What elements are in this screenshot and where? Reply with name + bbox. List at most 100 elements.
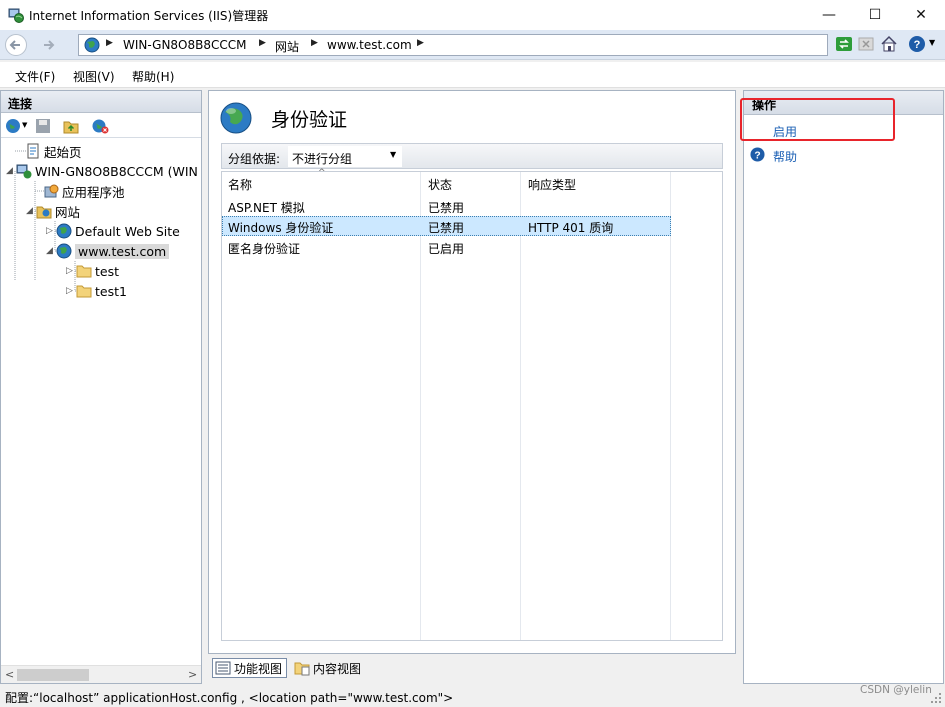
group-by-label: 分组依据: [228,152,281,166]
folder-icon [76,285,92,298]
features-view-icon [215,661,231,675]
menu-view[interactable]: 视图(V) [73,68,115,85]
refresh-icon[interactable] [835,35,853,53]
crumb-server[interactable]: WIN-GN8O8B8CCCM [123,38,247,52]
row-response: HTTP 401 质询 [528,221,614,235]
tree-item-app-pools[interactable]: 应用程序池 [43,181,125,201]
help-dropdown-icon[interactable]: ▼ [929,38,935,47]
status-bar: 配置:“localhost” applicationHost.config , … [0,686,945,707]
back-button[interactable] [5,34,27,56]
tree-item-label: WIN-GN8O8B8CCCM (WIN [35,163,198,179]
svg-text:?: ? [914,39,921,51]
connections-header: 连接 [1,91,201,113]
expand-icon[interactable]: ▷ [46,226,56,236]
minimize-button[interactable]: — [806,0,852,30]
collapse-icon[interactable]: ◢ [46,246,56,256]
tab-label: 内容视图 [313,661,362,676]
row-status: 已禁用 [428,221,465,235]
row-status: 已禁用 [428,201,465,215]
chevron-down-icon: ▼ [390,150,397,159]
help-icon: ? [750,147,765,162]
window-title: Internet Information Services (IIS)管理器 [29,9,269,23]
folder-icon [76,265,92,278]
scrollbar-thumb[interactable] [17,669,89,681]
column-header-response[interactable]: 响应类型 [528,176,576,193]
title-bar: Internet Information Services (IIS)管理器 —… [0,0,945,30]
row-status: 已启用 [428,242,465,256]
connections-toolbar: ▼ [1,114,201,138]
horizontal-scrollbar[interactable]: < > [1,665,201,683]
feature-title: 身份验证 [271,109,348,131]
connect-globe-icon[interactable] [5,118,21,134]
crumb-site[interactable]: www.test.com [327,38,412,52]
resize-grip-icon[interactable] [928,690,942,704]
forward-button[interactable] [37,34,59,56]
crumb-separator-icon: ▶ [417,38,424,48]
tab-content-view[interactable]: 内容视图 [291,658,364,678]
tree-item-start-page[interactable]: 起始页 [25,141,82,161]
help-menu-icon[interactable]: ? [908,35,926,53]
tree-item-sites[interactable]: ◢ 网站 [26,201,80,221]
tree-item-test[interactable]: ▷ test [66,261,119,281]
annotation-highlight-box [740,98,895,141]
start-page-icon [27,143,39,159]
tree-item-www-test-com[interactable]: ◢ www.test.com [46,241,170,261]
address-field[interactable]: ▶ WIN-GN8O8B8CCCM ▶ 网站 ▶ www.test.com ▶ [78,34,828,56]
tree-item-label: test1 [95,283,127,299]
group-by-value: 不进行分组 [292,152,353,166]
tree-item-default-web-site[interactable]: ▷ Default Web Site [46,221,180,241]
address-bar: ▶ WIN-GN8O8B8CCCM ▶ 网站 ▶ www.test.com ▶ … [0,30,945,60]
maximize-button[interactable]: ☐ [852,0,898,30]
row-name: 匿名身份验证 [228,242,301,256]
menu-help[interactable]: 帮助(H) [132,68,174,85]
menu-file[interactable]: 文件(F) [15,68,55,85]
actions-pane: 操作 启用 ? 帮助 [743,90,944,684]
tab-features-view[interactable]: 功能视图 [212,658,288,678]
connect-dropdown-icon[interactable]: ▼ [22,121,27,129]
column-header-name[interactable]: 名称 [228,176,252,193]
tree-item-label: 网站 [55,204,81,220]
expand-icon[interactable]: ▷ [66,266,76,276]
table-row[interactable]: ASP.NET 模拟 已禁用 [222,196,671,216]
home-icon[interactable] [880,35,898,53]
watermark: CSDN @ylelin [860,684,932,696]
tree-item-label: 起始页 [44,144,82,160]
group-by-select[interactable]: 不进行分组 ▼ [288,146,402,167]
help-action-link[interactable]: 帮助 [773,148,797,165]
up-level-icon[interactable] [63,118,79,134]
stop-icon[interactable] [857,35,875,53]
tree-item-label: test [95,263,120,279]
tree-item-server[interactable]: ◢ WIN-GN8O8B8CCCM (WIN [6,161,198,181]
tree-item-label: 应用程序池 [62,184,125,200]
svg-text:?: ? [754,150,760,161]
globe-icon [56,223,72,239]
scroll-right-icon[interactable]: > [188,668,197,681]
back-arrow-icon [9,40,20,50]
table-row-selected[interactable]: Windows 身份验证 已禁用 HTTP 401 质询 [222,216,671,236]
tree-item-test1[interactable]: ▷ test1 [66,281,127,301]
tree-item-label: Default Web Site [75,223,180,239]
table-row[interactable]: 匿名身份验证 已启用 [222,237,671,257]
server-icon [16,164,32,179]
globe-icon [56,243,72,259]
authentication-table: 名称 ^ 状态 响应类型 ASP.NET 模拟 已禁用 Windows 身份验证… [221,168,723,641]
group-by-bar: 分组依据: 不进行分组 ▼ [221,143,723,169]
collapse-icon[interactable]: ◢ [26,206,36,216]
disconnect-icon[interactable] [92,118,109,134]
connections-pane: 连接 ▼ 起始页 ◢ WIN-GN8O8B8CCCM (WIN 应用程序池 ◢ … [0,90,202,684]
save-icon[interactable] [35,118,51,134]
column-header-status[interactable]: 状态 [428,176,452,193]
crumb-separator-icon: ▶ [106,38,113,48]
scroll-left-icon[interactable]: < [5,668,14,681]
iis-manager-icon [8,8,24,23]
tab-label: 功能视图 [234,661,283,676]
globe-icon [84,37,100,53]
sort-indicator-icon: ^ [318,168,326,178]
expand-icon[interactable]: ▷ [66,286,76,296]
close-button[interactable]: ✕ [898,0,944,30]
crumb-sites[interactable]: 网站 [275,38,299,55]
content-view-icon [294,662,310,676]
collapse-icon[interactable]: ◢ [6,166,16,176]
menu-bar: 文件(F) 视图(V) 帮助(H) [0,62,945,88]
status-text: 配置:“localhost” applicationHost.config , … [5,691,454,705]
